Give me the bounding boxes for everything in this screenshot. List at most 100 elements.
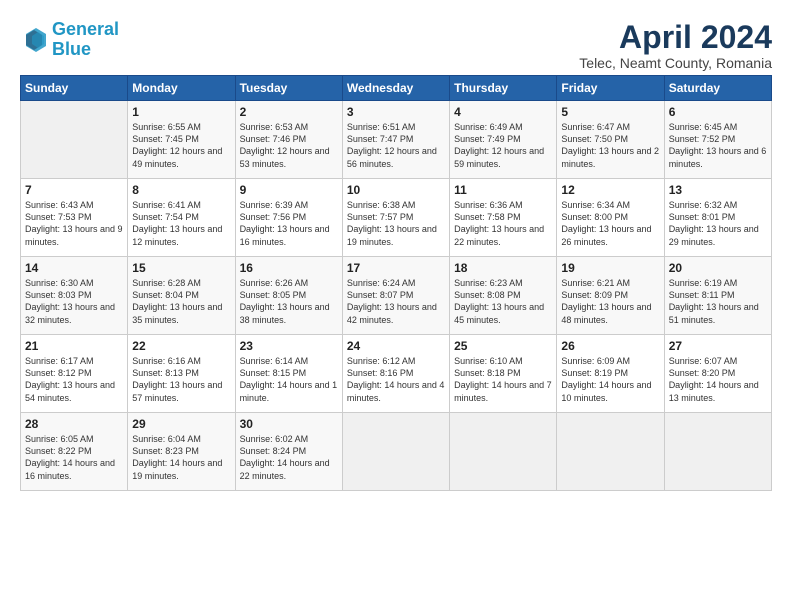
weekday-header-saturday: Saturday	[664, 76, 771, 101]
cell-text: Sunrise: 6:09 AMSunset: 8:19 PMDaylight:…	[561, 355, 659, 404]
calendar-cell: 23 Sunrise: 6:14 AMSunset: 8:15 PMDayligh…	[235, 335, 342, 413]
day-number: 2	[240, 105, 338, 119]
calendar-cell: 30 Sunrise: 6:02 AMSunset: 8:24 PMDayligh…	[235, 413, 342, 491]
day-number: 17	[347, 261, 445, 275]
calendar-cell: 8Sunrise: 6:41 AMSunset: 7:54 PMDaylight…	[128, 179, 235, 257]
calendar-cell: 21 Sunrise: 6:17 AMSunset: 8:12 PMDayligh…	[21, 335, 128, 413]
weekday-header-thursday: Thursday	[450, 76, 557, 101]
calendar-cell	[664, 413, 771, 491]
calendar-cell	[557, 413, 664, 491]
weekday-header-tuesday: Tuesday	[235, 76, 342, 101]
day-number: 16	[240, 261, 338, 275]
calendar-cell: 5 Sunrise: 6:47 AMSunset: 7:50 PMDaylight…	[557, 101, 664, 179]
cell-text: Sunrise: 6:05 AMSunset: 8:22 PMDaylight:…	[25, 433, 123, 482]
day-number: 11	[454, 183, 552, 197]
day-number: 12	[561, 183, 659, 197]
calendar-cell: 17 Sunrise: 6:24 AMSunset: 8:07 PMDayligh…	[342, 257, 449, 335]
day-number: 3	[347, 105, 445, 119]
calendar-cell: 24Sunrise: 6:12 AMSunset: 8:16 PMDayligh…	[342, 335, 449, 413]
logo-icon	[20, 26, 48, 54]
calendar-cell: 14Sunrise: 6:30 AMSunset: 8:03 PMDayligh…	[21, 257, 128, 335]
cell-text: Sunrise: 6:30 AMSunset: 8:03 PMDaylight:…	[25, 277, 123, 326]
cell-text: Sunrise: 6:17 AMSunset: 8:12 PMDaylight:…	[25, 355, 123, 404]
day-number: 21	[25, 339, 123, 353]
day-number: 22	[132, 339, 230, 353]
calendar-cell	[450, 413, 557, 491]
day-number: 26	[561, 339, 659, 353]
cell-text: Sunrise: 6:02 AMSunset: 8:24 PMDaylight:…	[240, 433, 338, 482]
calendar-cell: 15 Sunrise: 6:28 AMSunset: 8:04 PMDayligh…	[128, 257, 235, 335]
day-number: 10	[347, 183, 445, 197]
calendar-cell: 29Sunrise: 6:04 AMSunset: 8:23 PMDayligh…	[128, 413, 235, 491]
calendar-cell: 11 Sunrise: 6:36 AMSunset: 7:58 PMDayligh…	[450, 179, 557, 257]
day-number: 29	[132, 417, 230, 431]
calendar-cell: 22 Sunrise: 6:16 AMSunset: 8:13 PMDayligh…	[128, 335, 235, 413]
cell-text: Sunrise: 6:32 AMSunset: 8:01 PMDaylight:…	[669, 199, 767, 248]
calendar-cell: 19 Sunrise: 6:21 AMSunset: 8:09 PMDayligh…	[557, 257, 664, 335]
calendar-cell: 16 Sunrise: 6:26 AMSunset: 8:05 PMDayligh…	[235, 257, 342, 335]
day-number: 13	[669, 183, 767, 197]
title-block: April 2024 Telec, Neamt County, Romania	[579, 20, 772, 71]
day-number: 5	[561, 105, 659, 119]
logo: General Blue	[20, 20, 119, 60]
calendar-cell: 2 Sunrise: 6:53 AMSunset: 7:46 PMDaylight…	[235, 101, 342, 179]
cell-text: Sunrise: 6:26 AMSunset: 8:05 PMDaylight:…	[240, 277, 338, 326]
calendar-cell: 26 Sunrise: 6:09 AMSunset: 8:19 PMDayligh…	[557, 335, 664, 413]
logo-text: General Blue	[52, 20, 119, 60]
weekday-header-wednesday: Wednesday	[342, 76, 449, 101]
day-number: 4	[454, 105, 552, 119]
cell-text: Sunrise: 6:07 AMSunset: 8:20 PMDaylight:…	[669, 355, 767, 404]
day-number: 30	[240, 417, 338, 431]
calendar-cell: 20 Sunrise: 6:19 AMSunset: 8:11 PMDayligh…	[664, 257, 771, 335]
day-number: 7	[25, 183, 123, 197]
day-number: 25	[454, 339, 552, 353]
cell-text: Sunrise: 6:53 AMSunset: 7:46 PMDaylight:…	[240, 121, 338, 170]
cell-text: Sunrise: 6:19 AMSunset: 8:11 PMDaylight:…	[669, 277, 767, 326]
cell-text: Sunrise: 6:34 AMSunset: 8:00 PMDaylight:…	[561, 199, 659, 248]
cell-text: Sunrise: 6:51 AMSunset: 7:47 PMDaylight:…	[347, 121, 445, 170]
day-number: 24	[347, 339, 445, 353]
day-number: 6	[669, 105, 767, 119]
cell-text: Sunrise: 6:47 AMSunset: 7:50 PMDaylight:…	[561, 121, 659, 170]
calendar-cell: 12 Sunrise: 6:34 AMSunset: 8:00 PMDayligh…	[557, 179, 664, 257]
day-number: 9	[240, 183, 338, 197]
cell-text: Sunrise: 6:43 AMSunset: 7:53 PMDaylight:…	[25, 199, 123, 248]
location-subtitle: Telec, Neamt County, Romania	[579, 55, 772, 71]
cell-text: Sunrise: 6:21 AMSunset: 8:09 PMDaylight:…	[561, 277, 659, 326]
day-number: 18	[454, 261, 552, 275]
month-title: April 2024	[579, 20, 772, 55]
day-number: 15	[132, 261, 230, 275]
cell-text: Sunrise: 6:38 AMSunset: 7:57 PMDaylight:…	[347, 199, 445, 248]
cell-text: Sunrise: 6:14 AMSunset: 8:15 PMDaylight:…	[240, 355, 338, 404]
day-number: 28	[25, 417, 123, 431]
day-number: 27	[669, 339, 767, 353]
calendar-cell: 9 Sunrise: 6:39 AMSunset: 7:56 PMDaylight…	[235, 179, 342, 257]
calendar-cell: 25 Sunrise: 6:10 AMSunset: 8:18 PMDayligh…	[450, 335, 557, 413]
cell-text: Sunrise: 6:49 AMSunset: 7:49 PMDaylight:…	[454, 121, 552, 170]
day-number: 20	[669, 261, 767, 275]
calendar-cell: 18 Sunrise: 6:23 AMSunset: 8:08 PMDayligh…	[450, 257, 557, 335]
cell-text: Sunrise: 6:28 AMSunset: 8:04 PMDaylight:…	[132, 277, 230, 326]
calendar-cell: 4 Sunrise: 6:49 AMSunset: 7:49 PMDaylight…	[450, 101, 557, 179]
calendar-cell: 10 Sunrise: 6:38 AMSunset: 7:57 PMDayligh…	[342, 179, 449, 257]
calendar-cell: 6Sunrise: 6:45 AMSunset: 7:52 PMDaylight…	[664, 101, 771, 179]
weekday-header-friday: Friday	[557, 76, 664, 101]
header: General Blue April 2024 Telec, Neamt Cou…	[20, 20, 772, 71]
cell-text: Sunrise: 6:24 AMSunset: 8:07 PMDaylight:…	[347, 277, 445, 326]
cell-text: Sunrise: 6:10 AMSunset: 8:18 PMDaylight:…	[454, 355, 552, 404]
calendar-cell: 1Sunrise: 6:55 AMSunset: 7:45 PMDaylight…	[128, 101, 235, 179]
day-number: 23	[240, 339, 338, 353]
weekday-header-monday: Monday	[128, 76, 235, 101]
calendar-table: SundayMondayTuesdayWednesdayThursdayFrid…	[20, 75, 772, 491]
calendar-cell: 28 Sunrise: 6:05 AMSunset: 8:22 PMDayligh…	[21, 413, 128, 491]
calendar-cell: 27 Sunrise: 6:07 AMSunset: 8:20 PMDayligh…	[664, 335, 771, 413]
calendar-cell: 7 Sunrise: 6:43 AMSunset: 7:53 PMDaylight…	[21, 179, 128, 257]
day-number: 19	[561, 261, 659, 275]
calendar-cell: 3 Sunrise: 6:51 AMSunset: 7:47 PMDaylight…	[342, 101, 449, 179]
cell-text: Sunrise: 6:39 AMSunset: 7:56 PMDaylight:…	[240, 199, 338, 248]
cell-text: Sunrise: 6:23 AMSunset: 8:08 PMDaylight:…	[454, 277, 552, 326]
calendar-cell: 13 Sunrise: 6:32 AMSunset: 8:01 PMDayligh…	[664, 179, 771, 257]
cell-text: Sunrise: 6:16 AMSunset: 8:13 PMDaylight:…	[132, 355, 230, 404]
cell-text: Sunrise: 6:41 AMSunset: 7:54 PMDaylight:…	[132, 199, 230, 248]
cell-text: Sunrise: 6:36 AMSunset: 7:58 PMDaylight:…	[454, 199, 552, 248]
